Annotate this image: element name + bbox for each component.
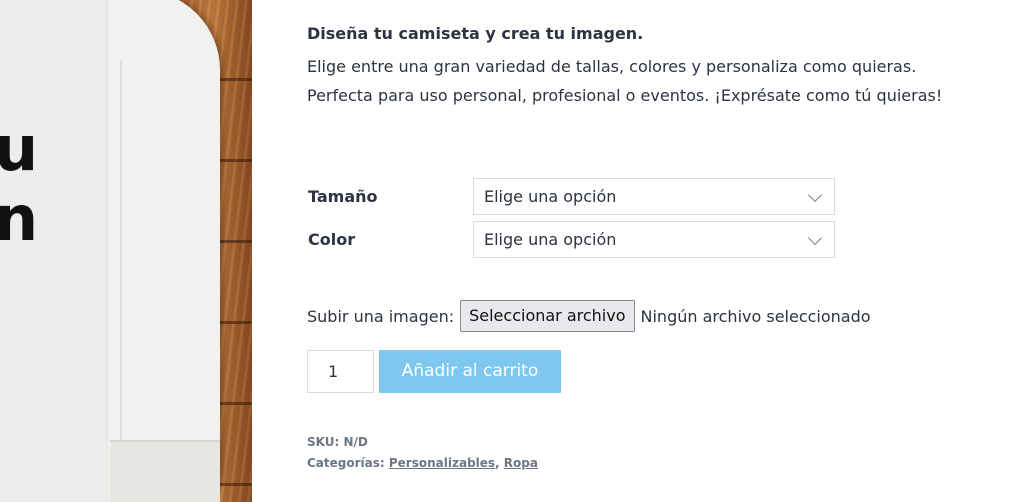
product-description: Elige entre una gran variedad de tallas,…	[307, 57, 943, 105]
sku-label: SKU:	[307, 435, 340, 449]
image-upload-row: Subir una imagen: Seleccionar archivo Ni…	[307, 300, 871, 332]
size-label: Tamaño	[308, 187, 378, 206]
product-short-title: Diseña tu camiseta y crea tu imagen.	[307, 24, 644, 43]
chevron-down-icon	[807, 187, 823, 203]
sku-value: N/D	[343, 435, 368, 449]
add-to-cart-button[interactable]: Añadir al carrito	[379, 350, 561, 393]
color-label: Color	[308, 230, 356, 249]
color-select[interactable]: Elige una opción	[473, 221, 835, 258]
color-select-value: Elige una opción	[484, 230, 617, 249]
upload-label: Subir una imagen:	[307, 306, 455, 326]
chevron-down-icon	[807, 230, 823, 246]
select-file-button[interactable]: Seleccionar archivo	[460, 300, 635, 332]
shirt-print-line2: n	[0, 182, 39, 255]
size-select-value: Elige una opción	[484, 187, 617, 206]
tshirt-sleeve	[108, 0, 220, 502]
sleeve-cuff	[110, 440, 220, 502]
categories-label: Categorías:	[307, 456, 385, 470]
category-link-personalizables[interactable]: Personalizables	[389, 456, 495, 470]
product-image[interactable]: u n	[0, 0, 252, 502]
sleeve-fold	[120, 60, 122, 480]
category-separator: ,	[495, 456, 500, 470]
categories-meta: Categorías: Personalizables, Ropa	[307, 456, 538, 470]
category-link-ropa[interactable]: Ropa	[504, 456, 538, 470]
size-select[interactable]: Elige una opción	[473, 178, 835, 215]
upload-status: Ningún archivo seleccionado	[640, 306, 871, 326]
shirt-print-line1: u	[0, 112, 39, 185]
sku-meta: SKU: N/D	[307, 435, 368, 449]
quantity-input[interactable]: 1	[307, 350, 374, 393]
